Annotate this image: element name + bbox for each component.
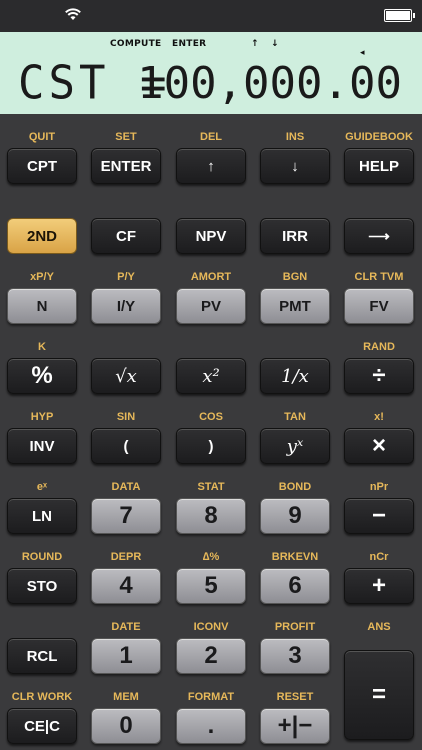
pmt-key[interactable]: PMT bbox=[260, 288, 330, 324]
compute-indicator: COMPUTE bbox=[110, 39, 162, 49]
open-paren-key[interactable]: ( bbox=[91, 428, 161, 464]
up-indicator: ↑ bbox=[251, 39, 259, 49]
n-key[interactable]: N bbox=[7, 288, 77, 324]
digit-2-secondary-label: ICONV bbox=[193, 621, 229, 633]
digit-2-key[interactable]: 2 bbox=[176, 638, 246, 674]
cpt-key[interactable]: CPT bbox=[7, 148, 77, 184]
percent-key[interactable]: % bbox=[7, 358, 77, 394]
rcl-key[interactable]: RCL bbox=[7, 638, 77, 674]
close-paren-key[interactable]: ) bbox=[176, 428, 246, 464]
square-key[interactable]: x² bbox=[176, 358, 246, 394]
digit-0-secondary-label: MEM bbox=[113, 691, 139, 703]
npv-key[interactable]: NPV bbox=[176, 218, 246, 254]
digit-9-secondary-label: BOND bbox=[278, 481, 312, 493]
equals-key[interactable]: = bbox=[344, 650, 414, 740]
digit-1-key[interactable]: 1 bbox=[91, 638, 161, 674]
pv-key[interactable]: PV bbox=[176, 288, 246, 324]
digit-5-secondary-label: ∆% bbox=[202, 551, 220, 563]
inv-key[interactable]: INV bbox=[7, 428, 77, 464]
pv-secondary-label: AMORT bbox=[190, 271, 232, 283]
decimal-secondary-label: FORMAT bbox=[187, 691, 235, 703]
percent-secondary-label: K bbox=[38, 341, 46, 353]
digit-7-key[interactable]: 7 bbox=[91, 498, 161, 534]
cf-key[interactable]: CF bbox=[91, 218, 161, 254]
lcd-display: COMPUTE ENTER ↑ ↓ ◂ CST = 100,000.00 bbox=[0, 32, 422, 114]
divide-key[interactable]: ÷ bbox=[344, 358, 414, 394]
pmt-secondary-label: BGN bbox=[282, 271, 308, 283]
ln-key[interactable]: LN bbox=[7, 498, 77, 534]
digit-3-key[interactable]: 3 bbox=[260, 638, 330, 674]
inv-secondary-label: HYP bbox=[30, 411, 54, 423]
iy-secondary-label: P/Y bbox=[117, 271, 135, 283]
up-key[interactable]: ↑ bbox=[176, 148, 246, 184]
fv-key[interactable]: FV bbox=[344, 288, 414, 324]
digit-4-key[interactable]: 4 bbox=[91, 568, 161, 604]
sign-secondary-label: RESET bbox=[276, 691, 314, 703]
digit-8-secondary-label: STAT bbox=[197, 481, 225, 493]
arrow-right-key[interactable]: ⟶ bbox=[344, 218, 414, 254]
enter-indicator: ENTER bbox=[172, 39, 207, 49]
plus-key[interactable]: + bbox=[344, 568, 414, 604]
fv-secondary-label: CLR TVM bbox=[354, 271, 404, 283]
minus-secondary-label: nPr bbox=[369, 481, 389, 493]
ce-c-secondary-label: CLR WORK bbox=[11, 691, 73, 703]
cpt-secondary-label: QUIT bbox=[28, 131, 56, 143]
entry-marker-icon: ◂ bbox=[360, 48, 365, 58]
digit-8-key[interactable]: 8 bbox=[176, 498, 246, 534]
enter-key[interactable]: ENTER bbox=[91, 148, 161, 184]
digit-9-key[interactable]: 9 bbox=[260, 498, 330, 534]
digit-6-key[interactable]: 6 bbox=[260, 568, 330, 604]
digit-0-key[interactable]: 0 bbox=[91, 708, 161, 744]
decimal-key[interactable]: . bbox=[176, 708, 246, 744]
digit-6-secondary-label: BRKEVN bbox=[271, 551, 319, 563]
down-secondary-label: INS bbox=[285, 131, 305, 143]
digit-1-secondary-label: DATE bbox=[111, 621, 141, 633]
power-key[interactable]: yˣ bbox=[260, 428, 330, 464]
digit-7-secondary-label: DATA bbox=[111, 481, 141, 493]
divide-secondary-label: RAND bbox=[363, 341, 395, 353]
minus-key[interactable]: − bbox=[344, 498, 414, 534]
help-secondary-label: GUIDEBOOK bbox=[345, 131, 413, 143]
reciprocal-key[interactable]: 1/x bbox=[260, 358, 330, 394]
wifi-icon bbox=[65, 8, 81, 20]
battery-icon bbox=[384, 9, 415, 22]
sto-secondary-label: ROUND bbox=[21, 551, 63, 563]
irr-key[interactable]: IRR bbox=[260, 218, 330, 254]
down-key[interactable]: ↓ bbox=[260, 148, 330, 184]
digit-5-key[interactable]: 5 bbox=[176, 568, 246, 604]
open-paren-secondary-label: SIN bbox=[116, 411, 136, 423]
n-secondary-label: xP/Y bbox=[30, 271, 54, 283]
2nd-key[interactable]: 2ND bbox=[7, 218, 77, 254]
digit-4-secondary-label: DEPR bbox=[110, 551, 142, 563]
status-bar bbox=[0, 0, 422, 32]
sto-key[interactable]: STO bbox=[7, 568, 77, 604]
power-secondary-label: TAN bbox=[284, 411, 306, 423]
ce-c-key[interactable]: CE|C bbox=[7, 708, 77, 744]
equals-secondary-label: ANS bbox=[367, 621, 391, 633]
sign-key[interactable]: +|− bbox=[260, 708, 330, 744]
iy-key[interactable]: I/Y bbox=[91, 288, 161, 324]
ln-secondary-label: eˣ bbox=[36, 481, 48, 493]
display-value: 100,000.00 bbox=[137, 58, 402, 109]
close-paren-secondary-label: COS bbox=[199, 411, 223, 423]
digit-3-secondary-label: PROFIT bbox=[274, 621, 316, 633]
enter-secondary-label: SET bbox=[115, 131, 137, 143]
multiply-secondary-label: x! bbox=[374, 411, 384, 423]
multiply-key[interactable]: × bbox=[344, 428, 414, 464]
up-secondary-label: DEL bbox=[200, 131, 222, 143]
help-key[interactable]: HELP bbox=[344, 148, 414, 184]
plus-secondary-label: nCr bbox=[369, 551, 389, 563]
sqrt-key[interactable]: √x bbox=[91, 358, 161, 394]
down-indicator: ↓ bbox=[271, 39, 279, 49]
